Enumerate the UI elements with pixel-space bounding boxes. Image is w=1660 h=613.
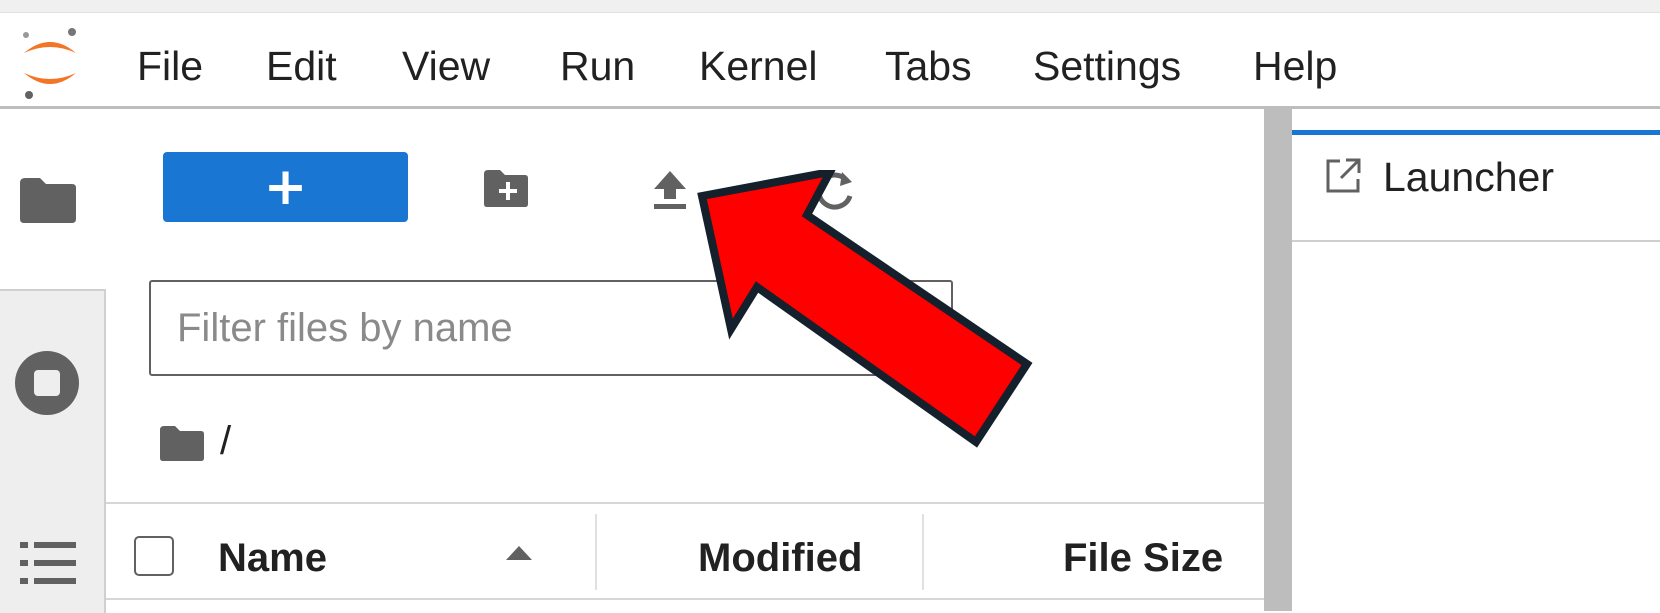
panel-splitter[interactable] — [1264, 109, 1292, 611]
column-file-size[interactable]: File Size — [1063, 534, 1223, 582]
caret-up-icon[interactable] — [504, 544, 534, 562]
menu-kernel[interactable]: Kernel — [699, 42, 818, 90]
plus-label: + — [263, 157, 308, 217]
stop-circle-icon[interactable] — [14, 350, 80, 416]
jupyter-logo-icon — [23, 28, 76, 99]
new-folder-icon[interactable] — [482, 168, 530, 208]
select-all-checkbox[interactable] — [134, 536, 174, 576]
menu-run[interactable]: Run — [560, 42, 635, 90]
menu-edit[interactable]: Edit — [266, 42, 337, 90]
tab-launcher[interactable]: Launcher — [1383, 153, 1554, 201]
breadcrumb-path[interactable]: / — [220, 417, 231, 465]
upload-icon[interactable] — [650, 169, 690, 211]
list-icon[interactable] — [18, 540, 78, 586]
breadcrumb-folder-icon[interactable] — [158, 424, 206, 462]
launch-icon — [1326, 158, 1361, 193]
file-list-header: Name Modified File Size — [106, 502, 1264, 600]
column-modified[interactable]: Modified — [698, 534, 862, 582]
menu-view[interactable]: View — [402, 42, 490, 90]
column-separator[interactable] — [922, 514, 924, 590]
menu-settings[interactable]: Settings — [1033, 42, 1181, 90]
annotation-arrow-icon — [697, 170, 1033, 448]
menu-bar: File Edit View Run Kernel Tabs Settings … — [0, 13, 1660, 109]
new-launcher-button[interactable]: + — [163, 152, 408, 222]
column-name[interactable]: Name — [218, 534, 327, 582]
window-top-strip — [0, 0, 1660, 13]
menu-tabs[interactable]: Tabs — [885, 42, 972, 90]
menu-file[interactable]: File — [137, 42, 203, 90]
folder-icon[interactable] — [18, 175, 78, 225]
menu-help[interactable]: Help — [1253, 42, 1337, 90]
column-separator[interactable] — [595, 514, 597, 590]
